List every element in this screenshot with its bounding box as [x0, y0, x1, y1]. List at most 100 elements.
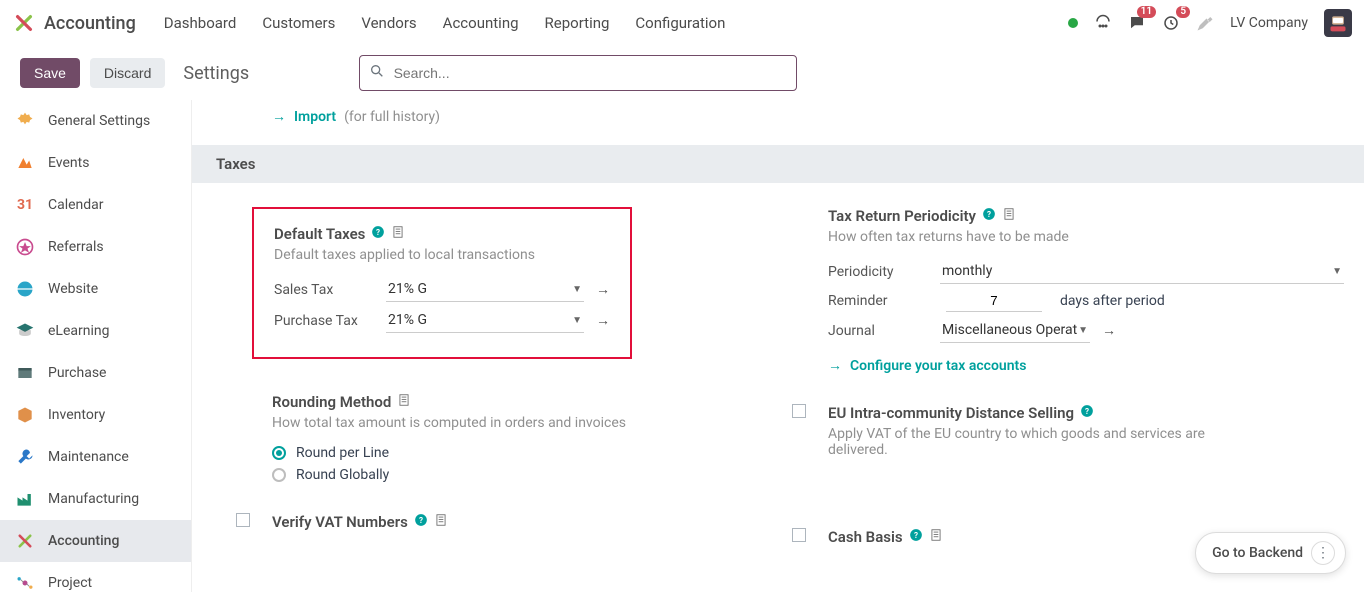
verify-vat-checkbox[interactable] [236, 513, 250, 527]
purchase-tax-value: 21% G [388, 312, 427, 328]
journal-select[interactable]: Miscellaneous Operat ▼ [940, 318, 1090, 343]
help-icon[interactable]: ? [414, 513, 428, 531]
sidebar-item-label: Website [48, 281, 98, 297]
sidebar-item-purchase[interactable]: Purchase [0, 352, 191, 394]
settings-content[interactable]: → Import (for full history) Taxes Defaul… [192, 100, 1364, 592]
go-to-backend-button[interactable]: Go to Backend ⋮ [1195, 532, 1346, 574]
rounding-desc: How total tax amount is computed in orde… [272, 415, 788, 431]
discard-button[interactable]: Discard [90, 58, 165, 88]
sidebar-item-label: Referrals [48, 239, 104, 255]
journal-external-link-icon[interactable]: → [1102, 322, 1116, 339]
activities-icon[interactable]: 5 [1162, 14, 1180, 32]
sidebar-item-accounting[interactable]: Accounting [0, 520, 191, 562]
journal-value: Miscellaneous Operat [942, 322, 1077, 338]
rounding-title-text: Rounding Method [272, 393, 391, 411]
caret-down-icon: ▼ [572, 315, 582, 326]
app-title[interactable]: Accounting [44, 13, 136, 34]
save-button[interactable]: Save [20, 58, 80, 88]
reminder-input[interactable] [946, 290, 1042, 312]
sales-tax-select[interactable]: 21% G ▼ [386, 277, 584, 302]
menu-customers[interactable]: Customers [262, 14, 335, 32]
configure-link-row: → Configure your tax accounts [828, 357, 1344, 374]
help-icon[interactable]: ? [371, 225, 385, 243]
top-nav: Accounting Dashboard Customers Vendors A… [0, 0, 1364, 46]
app-icon [12, 11, 36, 35]
radio-icon [272, 446, 286, 460]
elearning-icon [14, 320, 36, 342]
periodicity-select[interactable]: monthly ▼ [940, 259, 1344, 284]
svg-text:?: ? [987, 209, 991, 219]
company-icon[interactable] [391, 225, 405, 243]
purchase-tax-external-link-icon[interactable]: → [596, 312, 610, 329]
sidebar-item-project[interactable]: Project [0, 562, 191, 592]
menu-dashboard[interactable]: Dashboard [164, 14, 237, 32]
developer-tools-icon[interactable] [1196, 14, 1214, 32]
verify-vat-title-text: Verify VAT Numbers [272, 513, 408, 531]
round-globally-option[interactable]: Round Globally [272, 467, 788, 483]
menu-configuration[interactable]: Configuration [635, 14, 725, 32]
maintenance-icon [14, 446, 36, 468]
sidebar-item-label: Inventory [48, 407, 105, 423]
sidebar-item-elearning[interactable]: eLearning [0, 310, 191, 352]
sales-tax-label: Sales Tax [274, 282, 374, 298]
company-icon[interactable] [434, 513, 448, 531]
sales-tax-value: 21% G [388, 281, 427, 297]
kebab-menu-icon[interactable]: ⋮ [1311, 541, 1335, 565]
cash-title-text: Cash Basis [828, 528, 903, 546]
website-icon [14, 278, 36, 300]
configure-tax-link[interactable]: Configure your tax accounts [850, 358, 1026, 374]
radio-icon [272, 468, 286, 482]
sidebar-item-website[interactable]: Website [0, 268, 191, 310]
periodicity-title: Tax Return Periodicity ? [828, 207, 1344, 225]
menu-accounting[interactable]: Accounting [443, 14, 519, 32]
caret-down-icon: ▼ [572, 284, 582, 295]
sidebar-item-label: Events [48, 155, 89, 171]
activities-badge: 5 [1176, 6, 1190, 18]
menu-vendors[interactable]: Vendors [361, 14, 416, 32]
sidebar-item-manufacturing[interactable]: Manufacturing [0, 478, 191, 520]
sidebar-item-calendar[interactable]: 31Calendar [0, 184, 191, 226]
round-globally-label: Round Globally [296, 467, 389, 483]
reminder-label: Reminder [828, 293, 928, 309]
voip-icon[interactable] [1094, 14, 1112, 32]
import-note: (for full history) [344, 109, 440, 125]
company-icon[interactable] [1002, 207, 1016, 225]
sidebar-item-inventory[interactable]: Inventory [0, 394, 191, 436]
help-icon[interactable]: ? [1080, 404, 1094, 422]
default-taxes-title-text: Default Taxes [274, 225, 365, 243]
sidebar-item-label: Calendar [48, 197, 104, 213]
sidebar-item-label: eLearning [48, 323, 109, 339]
help-icon[interactable]: ? [982, 207, 996, 225]
journal-label: Journal [828, 323, 928, 339]
sales-tax-row: Sales Tax 21% G ▼ → [274, 277, 610, 302]
journal-row: Journal Miscellaneous Operat ▼ → [828, 318, 1344, 343]
main-menu: Dashboard Customers Vendors Accounting R… [164, 14, 726, 32]
round-per-line-option[interactable]: Round per Line [272, 445, 788, 461]
control-bar: Save Discard Settings [0, 46, 1364, 100]
import-link[interactable]: Import [294, 109, 336, 125]
arrow-right-icon: → [828, 357, 842, 374]
sidebar-item-maintenance[interactable]: Maintenance [0, 436, 191, 478]
purchase-tax-select[interactable]: 21% G ▼ [386, 308, 584, 333]
sidebar-item-general-settings[interactable]: General Settings [0, 100, 191, 142]
messages-icon[interactable]: 11 [1128, 14, 1146, 32]
sidebar[interactable]: General Settings Events 31Calendar Refer… [0, 100, 192, 592]
cash-basis-checkbox[interactable] [792, 528, 806, 542]
sidebar-item-events[interactable]: Events [0, 142, 191, 184]
round-per-line-label: Round per Line [296, 445, 389, 461]
eu-distance-checkbox[interactable] [792, 404, 806, 418]
search-input[interactable] [359, 55, 797, 91]
user-avatar[interactable] [1324, 9, 1352, 37]
sidebar-item-referrals[interactable]: Referrals [0, 226, 191, 268]
company-icon[interactable] [929, 528, 943, 546]
rounding-title: Rounding Method [272, 393, 788, 411]
periodicity-row: Periodicity monthly ▼ [828, 259, 1344, 284]
help-icon[interactable]: ? [909, 528, 923, 546]
sidebar-item-label: Accounting [48, 533, 119, 549]
company-switcher[interactable]: LV Company [1230, 15, 1308, 31]
arrow-right-icon: → [272, 108, 286, 125]
menu-reporting[interactable]: Reporting [545, 14, 610, 32]
periodicity-desc: How often tax returns have to be made [828, 229, 1344, 245]
company-icon[interactable] [397, 393, 411, 411]
sales-tax-external-link-icon[interactable]: → [596, 281, 610, 298]
